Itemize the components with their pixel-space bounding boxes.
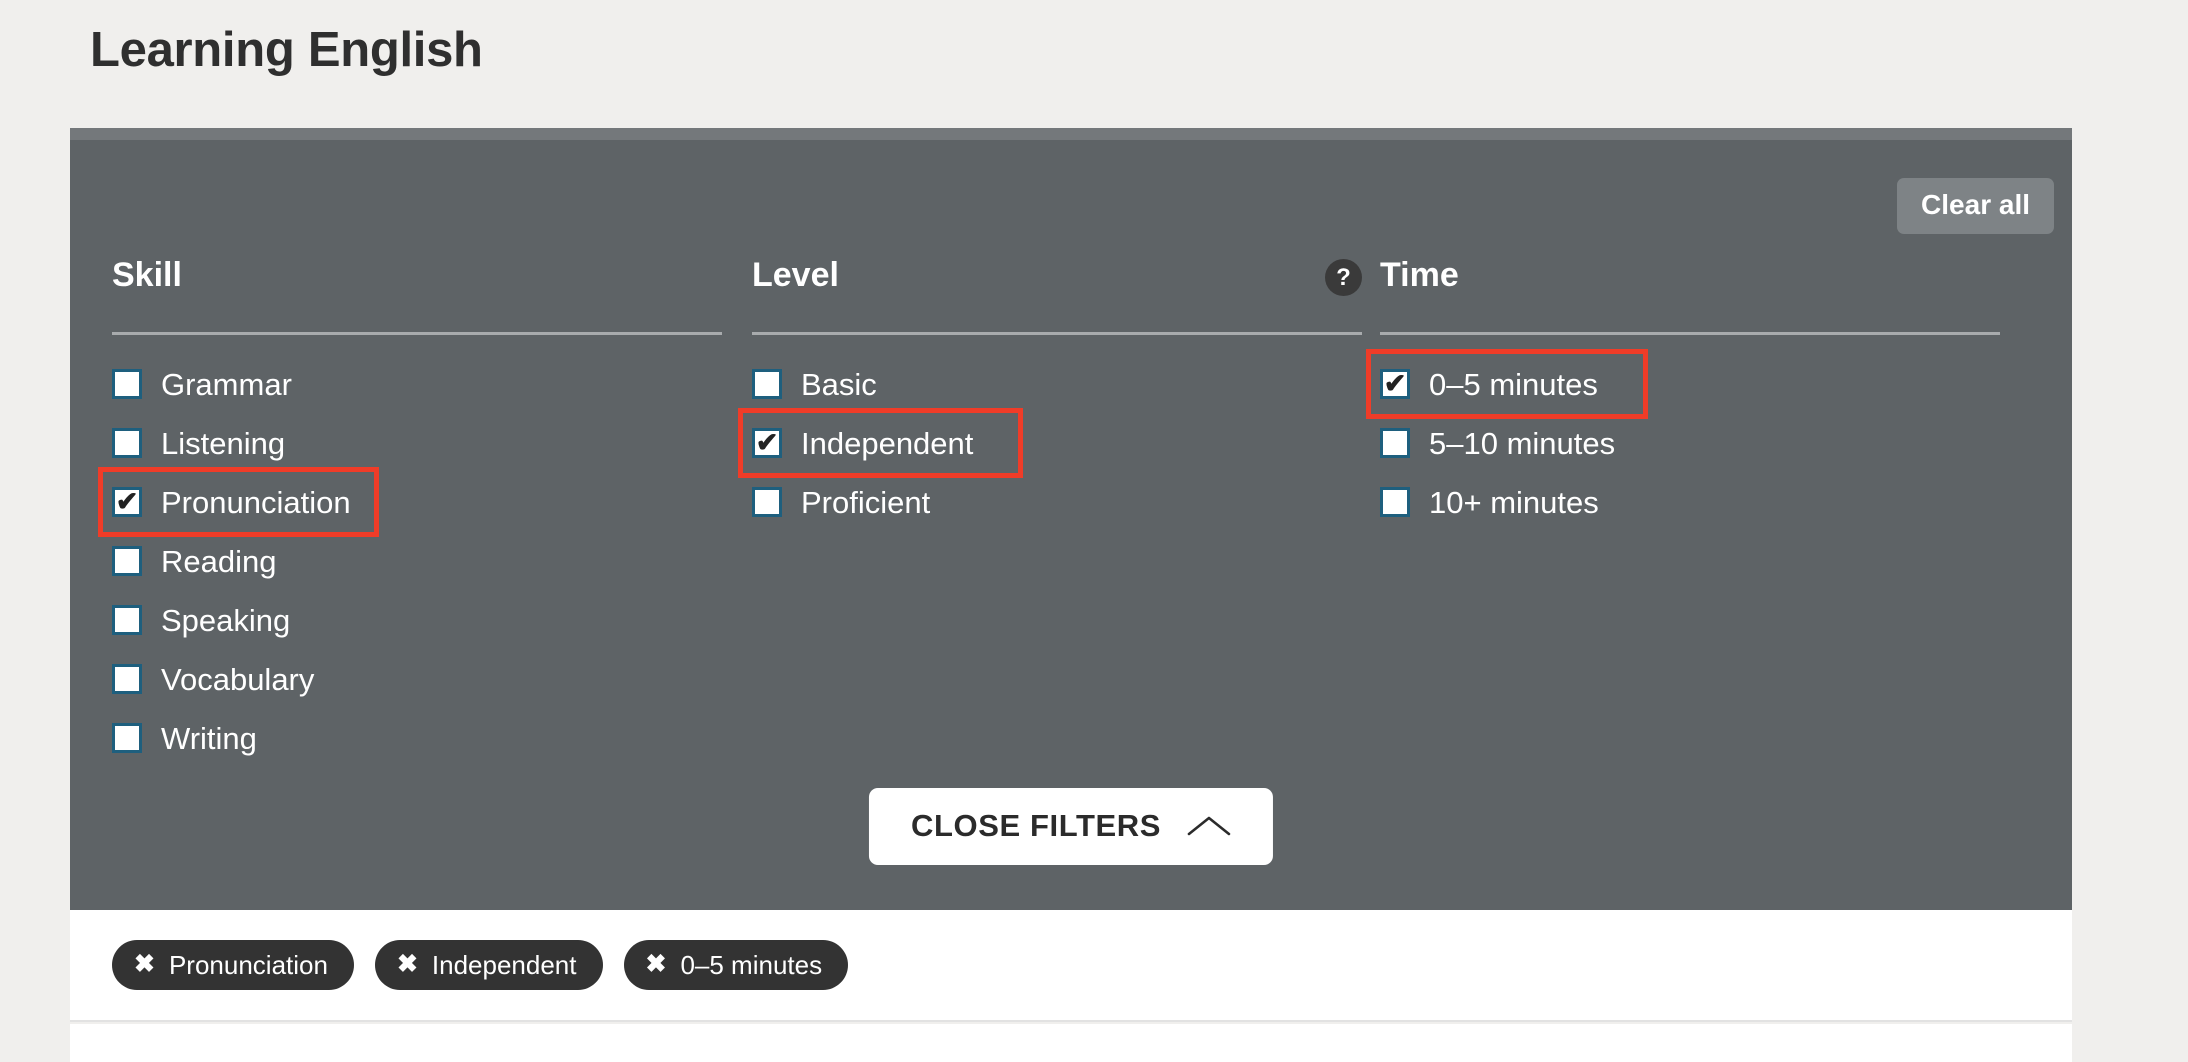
close-filters-label: CLOSE FILTERS bbox=[910, 808, 1162, 843]
checkbox-label-reading: Reading bbox=[161, 543, 277, 579]
checkbox-label-basic: Basic bbox=[801, 366, 877, 402]
option-list-time: ✔ 0–5 minutes 5–10 minutes 10+ minutes bbox=[1366, 349, 2000, 523]
clear-all-button[interactable]: Clear all bbox=[1897, 178, 2054, 234]
checkbox-row-listening[interactable]: Listening bbox=[112, 422, 299, 464]
active-filters-bar: ✖ Pronunciation ✖ Independent ✖ 0–5 minu… bbox=[70, 910, 2072, 1022]
column-title-skill: Skill bbox=[112, 256, 182, 294]
page-title: Learning English bbox=[90, 23, 483, 77]
option-list-level: Basic ✔ Independent Proficient bbox=[737, 363, 1362, 523]
checkbox-proficient[interactable] bbox=[752, 487, 782, 517]
checkbox-row-grammar[interactable]: Grammar bbox=[112, 363, 306, 405]
checkbox-row-writing[interactable]: Writing bbox=[112, 717, 271, 759]
checkbox-listening[interactable] bbox=[112, 428, 142, 458]
column-divider-time bbox=[1380, 332, 2000, 335]
checkbox-label-5-10-minutes: 5–10 minutes bbox=[1429, 425, 1616, 461]
checkbox-row-10-plus-minutes[interactable]: 10+ minutes bbox=[1380, 481, 1613, 523]
filter-columns: Skill Grammar Listening ✔ Pronunciation bbox=[70, 258, 2072, 754]
checkbox-row-independent[interactable]: ✔ Independent bbox=[737, 408, 1024, 478]
filter-chip-independent[interactable]: ✖ Independent bbox=[374, 940, 603, 990]
checkbox-vocabulary[interactable] bbox=[112, 664, 142, 694]
filter-column-time: Time ✔ 0–5 minutes 5–10 minutes 10+ minu… bbox=[1366, 258, 2000, 540]
checkbox-independent[interactable]: ✔ bbox=[752, 428, 782, 458]
column-header-skill: Skill bbox=[112, 258, 722, 324]
checkbox-label-vocabulary: Vocabulary bbox=[161, 661, 315, 697]
checkbox-label-pronunciation: Pronunciation bbox=[161, 484, 351, 520]
checkbox-row-basic[interactable]: Basic bbox=[752, 363, 891, 405]
remove-icon[interactable]: ✖ bbox=[646, 951, 667, 977]
chevron-up-icon bbox=[1187, 816, 1231, 835]
checkbox-speaking[interactable] bbox=[112, 605, 142, 635]
column-divider-skill bbox=[112, 332, 722, 335]
checkbox-label-listening: Listening bbox=[161, 425, 286, 461]
checkbox-row-pronunciation[interactable]: ✔ Pronunciation bbox=[98, 467, 379, 537]
checkbox-row-reading[interactable]: Reading bbox=[112, 540, 290, 582]
checkbox-10-plus-minutes[interactable] bbox=[1380, 487, 1410, 517]
checkbox-row-5-10-minutes[interactable]: 5–10 minutes bbox=[1380, 422, 1629, 464]
check-icon: ✔ bbox=[1383, 368, 1407, 399]
column-header-time: Time bbox=[1380, 258, 2000, 324]
remove-icon[interactable]: ✖ bbox=[134, 951, 155, 977]
close-filters-button[interactable]: CLOSE FILTERS bbox=[868, 788, 1274, 865]
checkbox-reading[interactable] bbox=[112, 546, 142, 576]
column-header-level: Level ? bbox=[752, 258, 1362, 324]
checkbox-0-5-minutes[interactable]: ✔ bbox=[1380, 369, 1410, 399]
checkbox-5-10-minutes[interactable] bbox=[1380, 428, 1410, 458]
checkbox-label-grammar: Grammar bbox=[161, 366, 292, 402]
column-title-level: Level bbox=[752, 256, 839, 294]
filter-column-skill: Skill Grammar Listening ✔ Pronunciation bbox=[98, 258, 722, 776]
checkbox-label-speaking: Speaking bbox=[161, 602, 291, 638]
remove-icon[interactable]: ✖ bbox=[397, 951, 418, 977]
column-title-time: Time bbox=[1380, 256, 1459, 294]
checkbox-label-proficient: Proficient bbox=[801, 484, 931, 520]
checkbox-writing[interactable] bbox=[112, 723, 142, 753]
filter-column-level: Level ? Basic ✔ Independent Proficient bbox=[737, 258, 1362, 540]
filter-chip-label: Independent bbox=[431, 950, 577, 980]
checkbox-grammar[interactable] bbox=[112, 369, 142, 399]
check-icon: ✔ bbox=[755, 427, 779, 458]
filter-chip-pronunciation[interactable]: ✖ Pronunciation bbox=[112, 940, 354, 990]
filter-chip-label: 0–5 minutes bbox=[680, 950, 823, 980]
filter-chip-label: Pronunciation bbox=[168, 950, 328, 980]
option-list-skill: Grammar Listening ✔ Pronunciation Readin… bbox=[98, 363, 722, 759]
checkbox-label-writing: Writing bbox=[161, 720, 257, 756]
checkbox-label-independent: Independent bbox=[801, 425, 974, 461]
checkbox-pronunciation[interactable]: ✔ bbox=[112, 487, 142, 517]
checkbox-basic[interactable] bbox=[752, 369, 782, 399]
help-icon[interactable]: ? bbox=[1325, 259, 1362, 296]
filter-panel: Clear all Skill Grammar Listening ✔ Pron… bbox=[70, 128, 2072, 910]
checkbox-row-0-5-minutes[interactable]: ✔ 0–5 minutes bbox=[1366, 349, 1648, 419]
checkbox-row-speaking[interactable]: Speaking bbox=[112, 599, 304, 641]
panel-top-strip bbox=[70, 128, 2072, 140]
checkbox-row-vocabulary[interactable]: Vocabulary bbox=[112, 658, 328, 700]
checkbox-label-0-5-minutes: 0–5 minutes bbox=[1429, 366, 1598, 402]
filter-chip-0-5-minutes[interactable]: ✖ 0–5 minutes bbox=[623, 940, 849, 990]
check-icon: ✔ bbox=[115, 486, 139, 517]
results-area bbox=[70, 1024, 2072, 1062]
checkbox-row-proficient[interactable]: Proficient bbox=[752, 481, 944, 523]
checkbox-label-10-plus-minutes: 10+ minutes bbox=[1429, 484, 1599, 520]
column-divider-level bbox=[752, 332, 1362, 335]
